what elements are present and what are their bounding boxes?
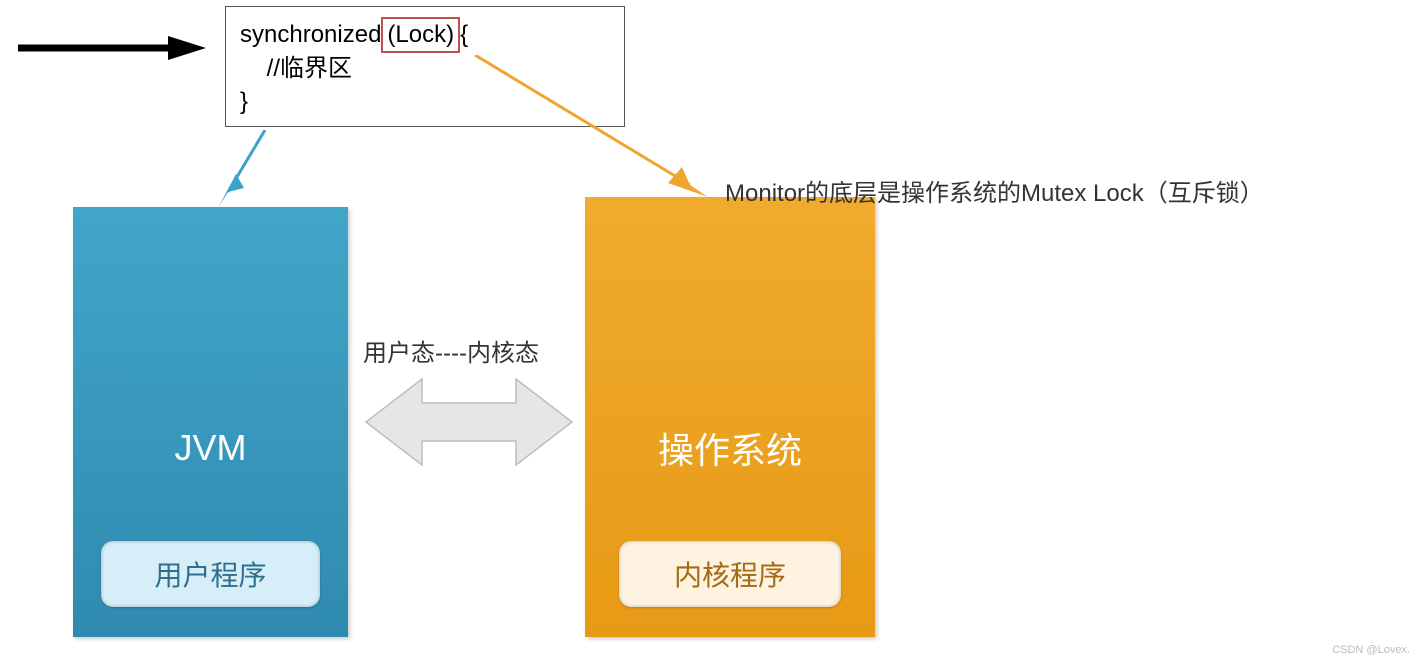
user-kernel-mode-label: 用户态----内核态 [363, 333, 539, 368]
code-line-1: synchronized(Lock){ [240, 17, 610, 53]
code-brace-open: { [460, 21, 468, 48]
lock-highlight: (Lock) [381, 17, 460, 53]
double-arrow-icon [364, 373, 574, 471]
entry-arrow-icon [18, 30, 208, 66]
code-sync-keyword: synchronized [240, 21, 381, 48]
jvm-user-program-pill: 用户程序 [101, 541, 320, 607]
os-kernel-program-pill: 内核程序 [619, 541, 841, 607]
monitor-mutex-note: Monitor的底层是操作系统的Mutex Lock（互斥锁） [725, 173, 1264, 208]
jvm-box: JVM 用户程序 [73, 207, 348, 637]
os-box: 操作系统 内核程序 [585, 197, 875, 637]
watermark: CSDN @Lovex. [1332, 644, 1410, 656]
jvm-title: JVM [73, 427, 348, 469]
os-title: 操作系统 [585, 422, 875, 474]
